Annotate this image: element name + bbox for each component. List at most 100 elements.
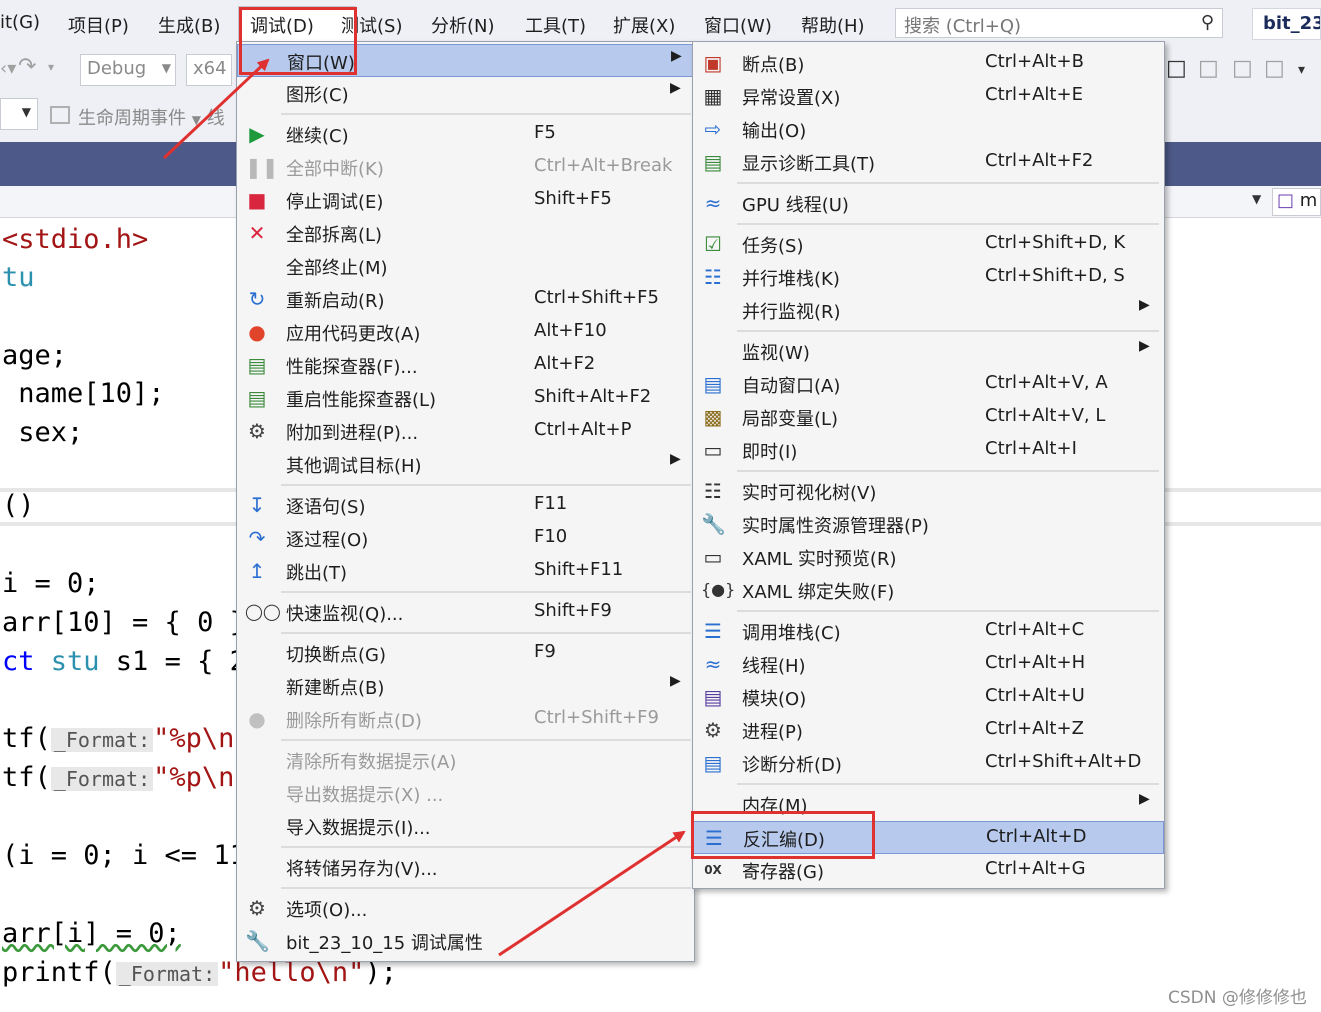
config-combo[interactable]: Debug ▼ <box>80 54 176 86</box>
debug-detach-all-item[interactable]: ✕ 全部拆离(L) <box>237 217 694 250</box>
debug-continue-item[interactable]: ▶ 继续(C) F5 <box>237 118 694 151</box>
window-processes-item[interactable]: ⚙ 进程(P) Ctrl+Alt+Z <box>693 714 1164 747</box>
menu-separator <box>281 739 691 741</box>
menu-tools[interactable]: 工具(T) <box>525 12 586 38</box>
code-line-main: () <box>2 490 35 521</box>
code-line-struct-var: ct stu s1 = { 2 <box>2 646 246 677</box>
window-output-item[interactable]: ⇨ 输出(O) <box>693 113 1164 146</box>
window-diagnostic-tools-item[interactable]: ▤ 显示诊断工具(T) Ctrl+Alt+F2 <box>693 146 1164 179</box>
menu-git[interactable]: it(G) <box>0 12 40 33</box>
config-value: Debug <box>87 58 147 79</box>
debug-save-dump-item[interactable]: 将转储另存为(V)... <box>237 851 694 884</box>
window-tasks-item[interactable]: ☑ 任务(S) Ctrl+Shift+D, K <box>693 228 1164 261</box>
window-parallel-stacks-item[interactable]: ☷ 并行堆栈(K) Ctrl+Shift+D, S <box>693 261 1164 294</box>
window-autos-item[interactable]: ▤ 自动窗口(A) Ctrl+Alt+V, A <box>693 368 1164 401</box>
debug-restart-item[interactable]: ↻ 重新启动(R) Ctrl+Shift+F5 <box>237 283 694 316</box>
window-parallel-watch-item[interactable]: 并行监视(R) ▶ <box>693 294 1164 327</box>
menu-item-shortcut: Ctrl+Alt+B <box>985 51 1084 72</box>
window-watch-item[interactable]: 监视(W) ▶ <box>693 335 1164 368</box>
menu-help[interactable]: 帮助(H) <box>801 12 865 38</box>
window-exception-settings-item[interactable]: ▦ 异常设置(X) Ctrl+Alt+E <box>693 80 1164 113</box>
window-locals-item[interactable]: ▩ 局部变量(L) Ctrl+Alt+V, L <box>693 401 1164 434</box>
menu-item-shortcut: Shift+F11 <box>534 559 624 580</box>
debug-options-item[interactable]: ⚙ 选项(O)... <box>237 892 694 925</box>
window-xaml-preview-item[interactable]: ▭ XAML 实时预览(R) <box>693 541 1164 574</box>
platform-combo[interactable]: x64 <box>186 54 232 86</box>
debug-clear-datatips-item[interactable]: 清除所有数据提示(A) <box>237 744 694 777</box>
menu-project[interactable]: 项目(P) <box>68 12 129 38</box>
window-threads-item[interactable]: ≈ 线程(H) Ctrl+Alt+H <box>693 648 1164 681</box>
menu-item-shortcut: Ctrl+Alt+V, L <box>985 405 1106 426</box>
debug-terminate-all-item[interactable]: 全部终止(M) <box>237 250 694 283</box>
bookmark-next-icon[interactable]: □ <box>1232 56 1253 81</box>
window-property-explorer-item[interactable]: 🔧 实时属性资源管理器(P) <box>693 508 1164 541</box>
debug-graphics-item[interactable]: 图形(C) ▶ <box>237 77 694 110</box>
menu-separator <box>281 887 691 889</box>
debug-step-into-item[interactable]: ↧ 逐语句(S) F11 <box>237 489 694 522</box>
toolbar-overflow-icon[interactable]: ▾ <box>1298 62 1305 78</box>
param-hint: _Format: <box>115 962 219 986</box>
menu-extensions[interactable]: 扩展(X) <box>613 12 675 38</box>
debug-new-breakpoint-item[interactable]: 新建断点(B) ▶ <box>237 670 694 703</box>
menu-item-label: 附加到进程(P)... <box>286 423 419 444</box>
menu-item-shortcut: Ctrl+Alt+E <box>985 84 1083 105</box>
menu-window[interactable]: 窗口(W) <box>704 12 772 38</box>
chevron-down-icon[interactable]: ▼ <box>1252 192 1261 206</box>
debug-break-all-item[interactable]: ❚❚ 全部中断(K) Ctrl+Alt+Break <box>237 151 694 184</box>
window-visual-tree-item[interactable]: ☷ 实时可视化树(V) <box>693 475 1164 508</box>
debug-toggle-breakpoint-item[interactable]: 切换断点(G) F9 <box>237 637 694 670</box>
step-out-icon: ↥ <box>248 559 266 583</box>
debug-profiler-item[interactable]: ▤ 性能探查器(F)... Alt+F2 <box>237 349 694 382</box>
bookmark-clear-icon[interactable]: □ <box>1264 56 1285 81</box>
target-combo[interactable]: ▼ <box>0 98 38 130</box>
lifecycle-events-button[interactable]: 生命周期事件 ▼ 线 <box>78 104 225 130</box>
menu-item-label: 将转储另存为(V)... <box>286 859 438 880</box>
menu-build[interactable]: 生成(B) <box>158 12 220 38</box>
autos-icon: ▤ <box>703 372 723 396</box>
detach-icon: ✕ <box>248 221 266 245</box>
menu-item-shortcut: Ctrl+Shift+F5 <box>534 287 659 308</box>
debug-properties-item[interactable]: 🔧 bit_23_10_15 调试属性 <box>237 925 694 958</box>
undo-dropdown-icon[interactable]: ‹▾ <box>0 58 16 79</box>
debug-other-targets-item[interactable]: 其他调试目标(H) ▶ <box>237 448 694 481</box>
diagnostics-icon: ▤ <box>703 150 723 174</box>
window-xaml-binding-item[interactable]: {●} XAML 绑定失败(F) <box>693 574 1164 607</box>
hot-reload-icon: ● <box>248 320 266 344</box>
window-gpu-threads-item[interactable]: ≈ GPU 线程(U) <box>693 187 1164 220</box>
menu-item-label: 并行监视(R) <box>742 302 841 323</box>
menu-item-label: 全部拆离(L) <box>286 225 383 246</box>
chevron-down-icon: ▼ <box>191 113 201 127</box>
debug-step-over-item[interactable]: ↷ 逐过程(O) F10 <box>237 522 694 555</box>
search-input[interactable]: 搜索 (Ctrl+Q) ⚲ <box>895 8 1223 38</box>
member-combo[interactable]: □ m <box>1272 188 1321 216</box>
menu-item-label: 停止调试(E) <box>286 192 384 213</box>
window-immediate-item[interactable]: ▭ 即时(I) Ctrl+Alt+I <box>693 434 1164 467</box>
debug-quick-watch-item[interactable]: ◯◯ 快速监视(Q)... Shift+F9 <box>237 596 694 629</box>
bookmark-icon[interactable]: □ <box>1166 56 1187 81</box>
bookmark-prev-icon[interactable]: □ <box>1198 56 1219 81</box>
window-modules-item[interactable]: ▤ 模块(O) Ctrl+Alt+U <box>693 681 1164 714</box>
debug-export-datatips-item[interactable]: 导出数据提示(X) ... <box>237 777 694 810</box>
menu-item-label: 导入数据提示(I)... <box>286 818 431 839</box>
debug-relaunch-profiler-item[interactable]: ▤ 重启性能探查器(L) Shift+Alt+F2 <box>237 382 694 415</box>
stop-icon: ■ <box>247 188 267 212</box>
menu-separator <box>737 223 1159 225</box>
menu-item-shortcut: Shift+Alt+F2 <box>534 386 652 407</box>
menu-item-label: 清除所有数据提示(A) <box>286 752 457 773</box>
debug-step-out-item[interactable]: ↥ 跳出(T) Shift+F11 <box>237 555 694 588</box>
step-over-icon: ↷ <box>248 526 266 550</box>
debug-apply-code-changes-item[interactable]: ● 应用代码更改(A) Alt+F10 <box>237 316 694 349</box>
window-diagnostic-analysis-item[interactable]: ▤ 诊断分析(D) Ctrl+Shift+Alt+D <box>693 747 1164 780</box>
menu-analyze[interactable]: 分析(N) <box>431 12 495 38</box>
window-call-stack-item[interactable]: ☰ 调用堆栈(C) Ctrl+Alt+C <box>693 615 1164 648</box>
debug-delete-breakpoints-item[interactable]: ● 删除所有断点(D) Ctrl+Shift+F9 <box>237 703 694 736</box>
window-breakpoints-item[interactable]: ▣ 断点(B) Ctrl+Alt+B <box>693 47 1164 80</box>
debug-stop-item[interactable]: ■ 停止调试(E) Shift+F5 <box>237 184 694 217</box>
redo-icon[interactable]: ↷ <box>18 54 36 79</box>
menu-item-label: 断点(B) <box>742 55 805 76</box>
menu-item-label: 实时属性资源管理器(P) <box>742 516 929 537</box>
debug-attach-process-item[interactable]: ⚙ 附加到进程(P)... Ctrl+Alt+P <box>237 415 694 448</box>
debug-import-datatips-item[interactable]: 导入数据提示(I)... <box>237 810 694 843</box>
redo-dropdown-icon[interactable]: ▾ <box>48 60 54 74</box>
xaml-preview-icon: ▭ <box>703 545 723 569</box>
